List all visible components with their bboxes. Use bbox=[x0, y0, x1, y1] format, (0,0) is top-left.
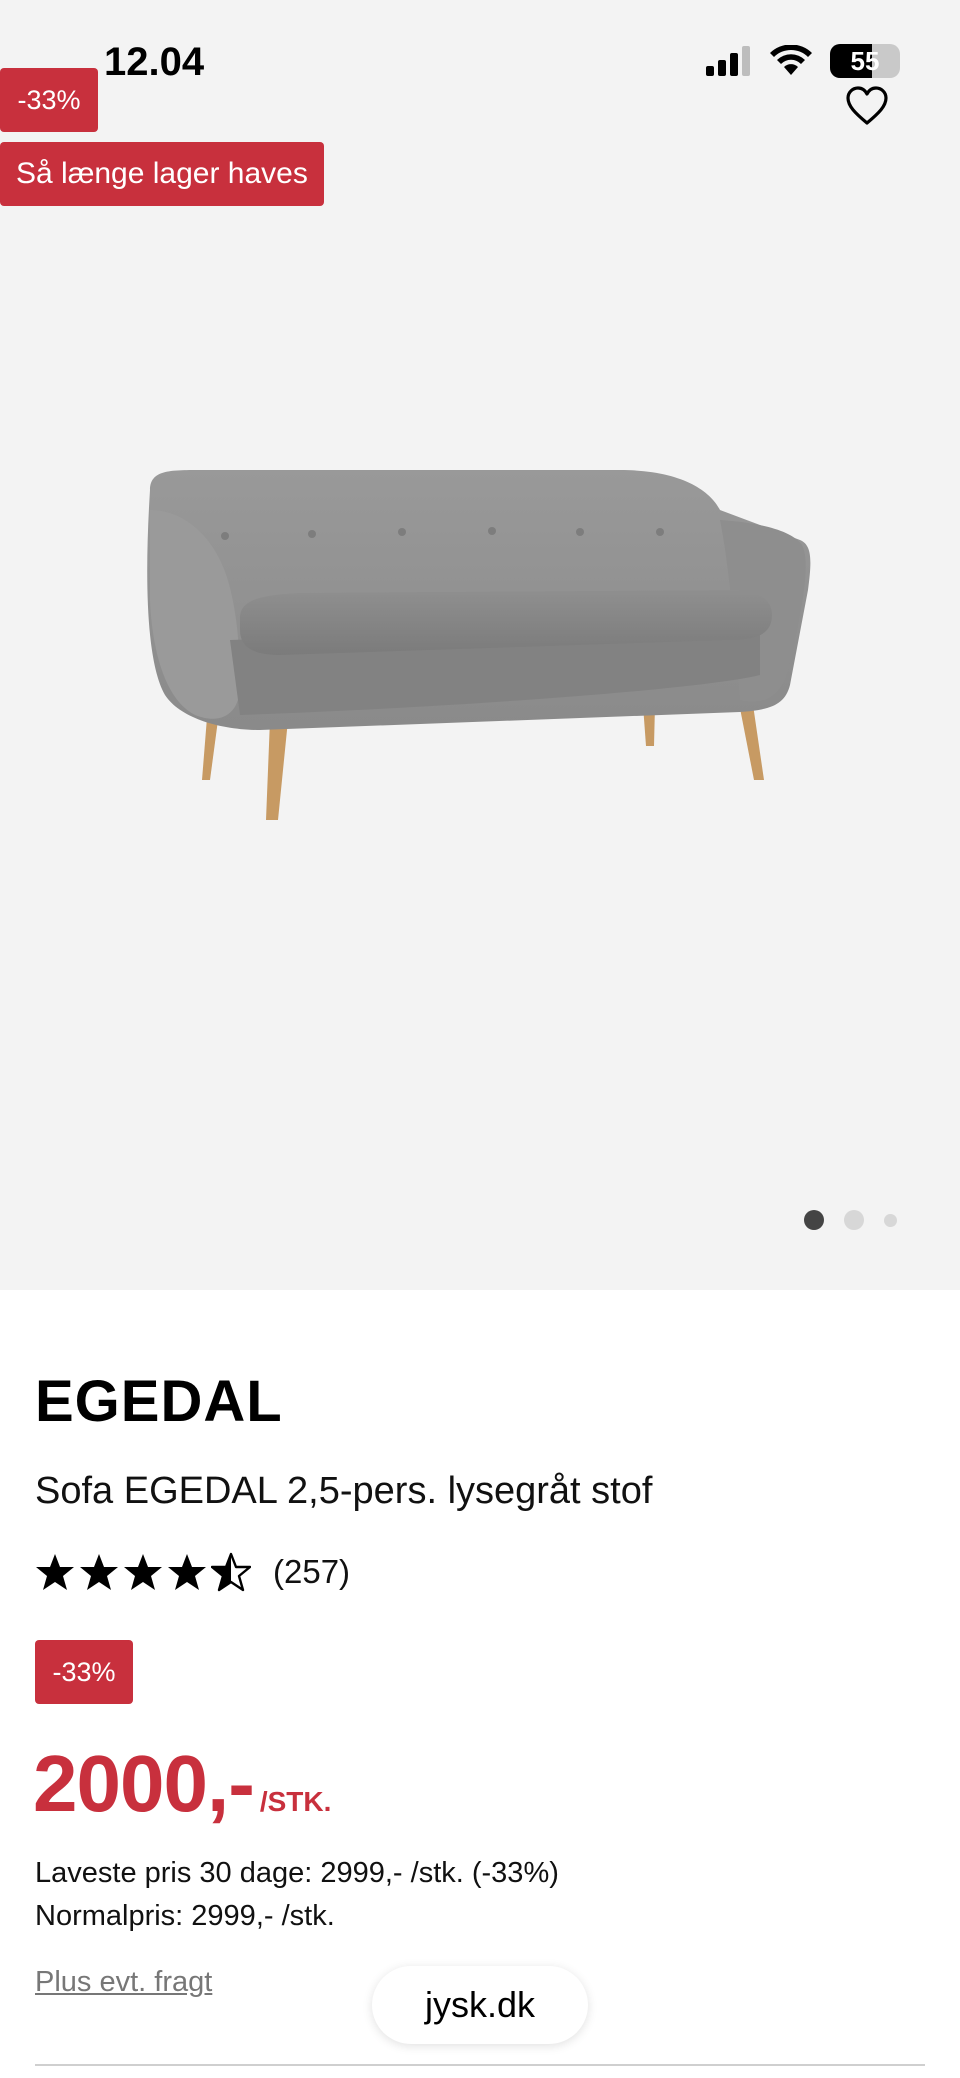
price-value: 2000,- bbox=[33, 1739, 255, 1828]
product-image-gallery[interactable]: 12.04 55 -33% Så længe lager haves bbox=[0, 0, 960, 1290]
rating-stars bbox=[35, 1552, 251, 1592]
cellular-signal-icon bbox=[706, 46, 750, 76]
carousel-dot-3[interactable] bbox=[884, 1213, 897, 1227]
price-unit: /STK. bbox=[259, 1786, 332, 1817]
price: 2000,- /STK. bbox=[33, 1738, 331, 1830]
lowest-price-text: Laveste pris 30 dage: 2999,- /stk. (-33%… bbox=[35, 1857, 559, 1889]
product-brand: EGEDAL bbox=[35, 1369, 283, 1434]
browser-url-pill[interactable]: jysk.dk bbox=[372, 1966, 588, 2044]
price-discount-badge: -33% bbox=[35, 1640, 133, 1704]
star-full-icon bbox=[168, 1554, 206, 1590]
status-time: 12.04 bbox=[104, 40, 205, 84]
star-full-icon bbox=[80, 1554, 118, 1590]
status-bar: 12.04 55 bbox=[0, 0, 960, 120]
carousel-dot-2[interactable] bbox=[844, 1210, 864, 1230]
stock-badge: Så længe lager haves bbox=[0, 142, 324, 206]
sofa-image bbox=[147, 470, 811, 820]
star-half-icon bbox=[211, 1552, 251, 1592]
carousel-indicator[interactable] bbox=[804, 1210, 897, 1230]
product-rating[interactable]: (257) bbox=[35, 1552, 350, 1592]
normal-price-text: Normalpris: 2999,- /stk. bbox=[35, 1900, 335, 1932]
product-name: Sofa EGEDAL 2,5-pers. lysegråt stof bbox=[35, 1470, 653, 1512]
star-full-icon bbox=[36, 1554, 74, 1590]
rating-count: (257) bbox=[273, 1553, 351, 1590]
battery-level: 55 bbox=[850, 46, 880, 76]
wifi-icon bbox=[770, 45, 812, 75]
carousel-dot-1[interactable] bbox=[804, 1210, 824, 1230]
freight-link[interactable]: Plus evt. fragt bbox=[35, 1966, 212, 1999]
battery-icon: 55 bbox=[830, 44, 900, 78]
star-full-icon bbox=[124, 1554, 162, 1590]
divider bbox=[35, 2064, 925, 2066]
status-icons: 55 bbox=[706, 44, 900, 78]
discount-badge: -33% bbox=[0, 68, 98, 132]
heart-icon[interactable] bbox=[845, 86, 889, 126]
